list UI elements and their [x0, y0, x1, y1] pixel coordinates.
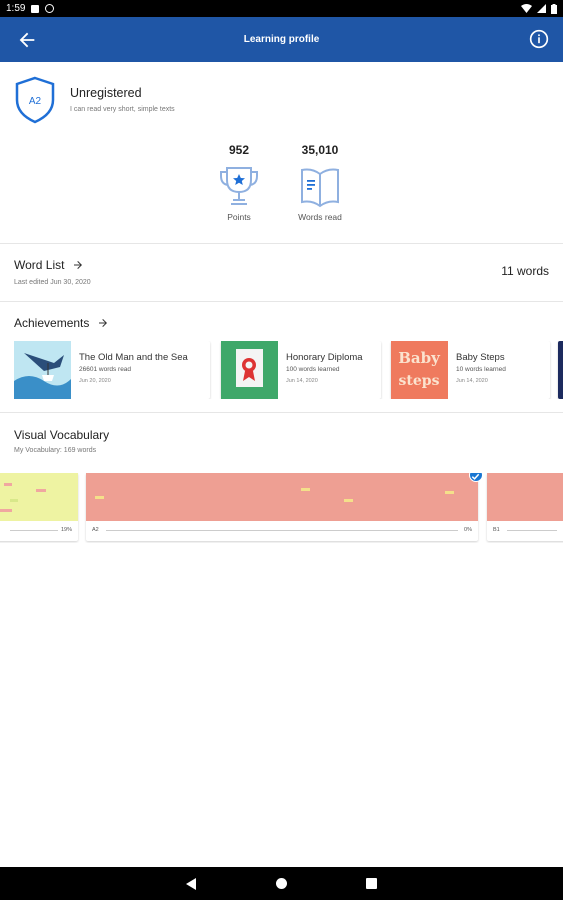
achievements-title: Achievements [14, 316, 90, 330]
visual-vocabulary-title: Visual Vocabulary [14, 428, 110, 442]
word-list-header[interactable]: Word List [14, 258, 84, 272]
app-bar: Learning profile [0, 17, 563, 62]
fish-illustration-icon [14, 341, 71, 399]
vocabulary-cards: 19% A2 0% B1 [0, 473, 563, 543]
status-time: 1:59 [6, 3, 26, 14]
vocab-card-footer: 19% [0, 523, 78, 537]
vocab-card-footer: A2 0% [86, 523, 478, 537]
achievement-title: Honorary Diploma [286, 352, 363, 363]
vocab-card-footer: B1 [487, 523, 563, 537]
svg-text:steps: steps [399, 373, 440, 389]
diploma-icon [221, 341, 278, 399]
achievement-thumbnail [14, 341, 71, 399]
page-title: Learning profile [243, 34, 320, 45]
points-stat: 952 Points [199, 140, 279, 222]
info-icon[interactable] [529, 29, 549, 49]
achievement-title: Baby Steps [456, 352, 505, 363]
notification-icon [31, 4, 40, 13]
achievement-thumbnail [221, 341, 278, 399]
achievements-header[interactable]: Achievements [14, 316, 109, 330]
achievements-list: The Old Man and the Sea 26601 words read… [14, 341, 563, 399]
points-value: 952 [228, 143, 250, 157]
sync-icon [45, 4, 55, 13]
achievement-title: The Old Man and the Sea [79, 352, 188, 363]
vocab-level: B1 [493, 527, 500, 533]
divider [0, 301, 563, 302]
achievement-card[interactable]: The Old Man and the Sea 26601 words read… [14, 341, 210, 399]
achievement-card[interactable]: Honorary Diploma 100 words learned Jun 1… [221, 341, 381, 399]
vocab-percent: 0% [464, 527, 472, 533]
signal-icon [537, 4, 546, 13]
words-read-label: Words read [298, 212, 342, 222]
wifi-icon [521, 4, 532, 13]
profile-header: A2 Unregistered I can read very short, s… [14, 76, 534, 126]
words-read-value: 35,010 [301, 143, 339, 157]
achievement-date: Jun 14, 2020 [456, 378, 488, 384]
achievement-thumbnail: Baby steps [391, 341, 448, 399]
stats-section: 952 Points 35,010 Words read [0, 140, 563, 235]
word-list-subtitle: Last edited Jun 30, 2020 [14, 279, 91, 286]
words-read-stat: 35,010 Words read [280, 140, 360, 222]
vocab-percent: 19% [60, 527, 72, 533]
level-description: I can read very short, simple texts [70, 106, 175, 113]
battery-icon [551, 3, 557, 14]
vocab-heatmap [86, 473, 478, 521]
achievement-date: Jun 20, 2020 [79, 378, 111, 384]
level-shield-icon: A2 [15, 76, 55, 124]
word-list-title: Word List [14, 258, 65, 272]
achievement-date: Jun 14, 2020 [286, 378, 318, 384]
achievement-detail: 26601 words read [79, 366, 132, 373]
system-navigation-bar [0, 867, 563, 900]
arrow-right-icon [74, 261, 83, 269]
svg-text:Baby: Baby [398, 349, 441, 367]
nav-recents-icon[interactable] [366, 878, 377, 889]
achievement-detail: 10 words learned [456, 366, 506, 373]
divider [0, 243, 563, 244]
vocab-level-card[interactable]: B1 [487, 473, 563, 541]
vocab-heatmap [0, 473, 78, 521]
nav-home-icon[interactable] [276, 878, 287, 889]
trophy-icon [220, 167, 258, 205]
vocab-level-card[interactable]: A2 0% [86, 473, 478, 541]
achievement-card[interactable] [558, 341, 563, 399]
baby-steps-image: Baby steps [391, 341, 448, 399]
status-bar: 1:59 [0, 0, 563, 17]
vocab-heatmap [487, 473, 563, 521]
registration-status: Unregistered [70, 86, 142, 100]
open-book-icon [301, 168, 339, 208]
word-list-count: 11 words [501, 264, 549, 278]
arrow-right-icon [99, 319, 108, 327]
level-badge-text: A2 [29, 96, 42, 107]
achievement-card[interactable]: Baby steps Baby Steps 10 words learned J… [391, 341, 550, 399]
vocab-level-card[interactable]: 19% [0, 473, 78, 541]
points-label: Points [227, 212, 251, 222]
visual-vocabulary-subtitle: My Vocabulary: 169 words [14, 447, 97, 454]
vocab-level: A2 [92, 527, 99, 533]
achievement-detail: 100 words learned [286, 366, 340, 373]
nav-back-icon[interactable] [186, 878, 196, 890]
divider [0, 412, 563, 413]
back-arrow-icon[interactable] [16, 29, 38, 51]
selected-check-icon [469, 473, 483, 482]
